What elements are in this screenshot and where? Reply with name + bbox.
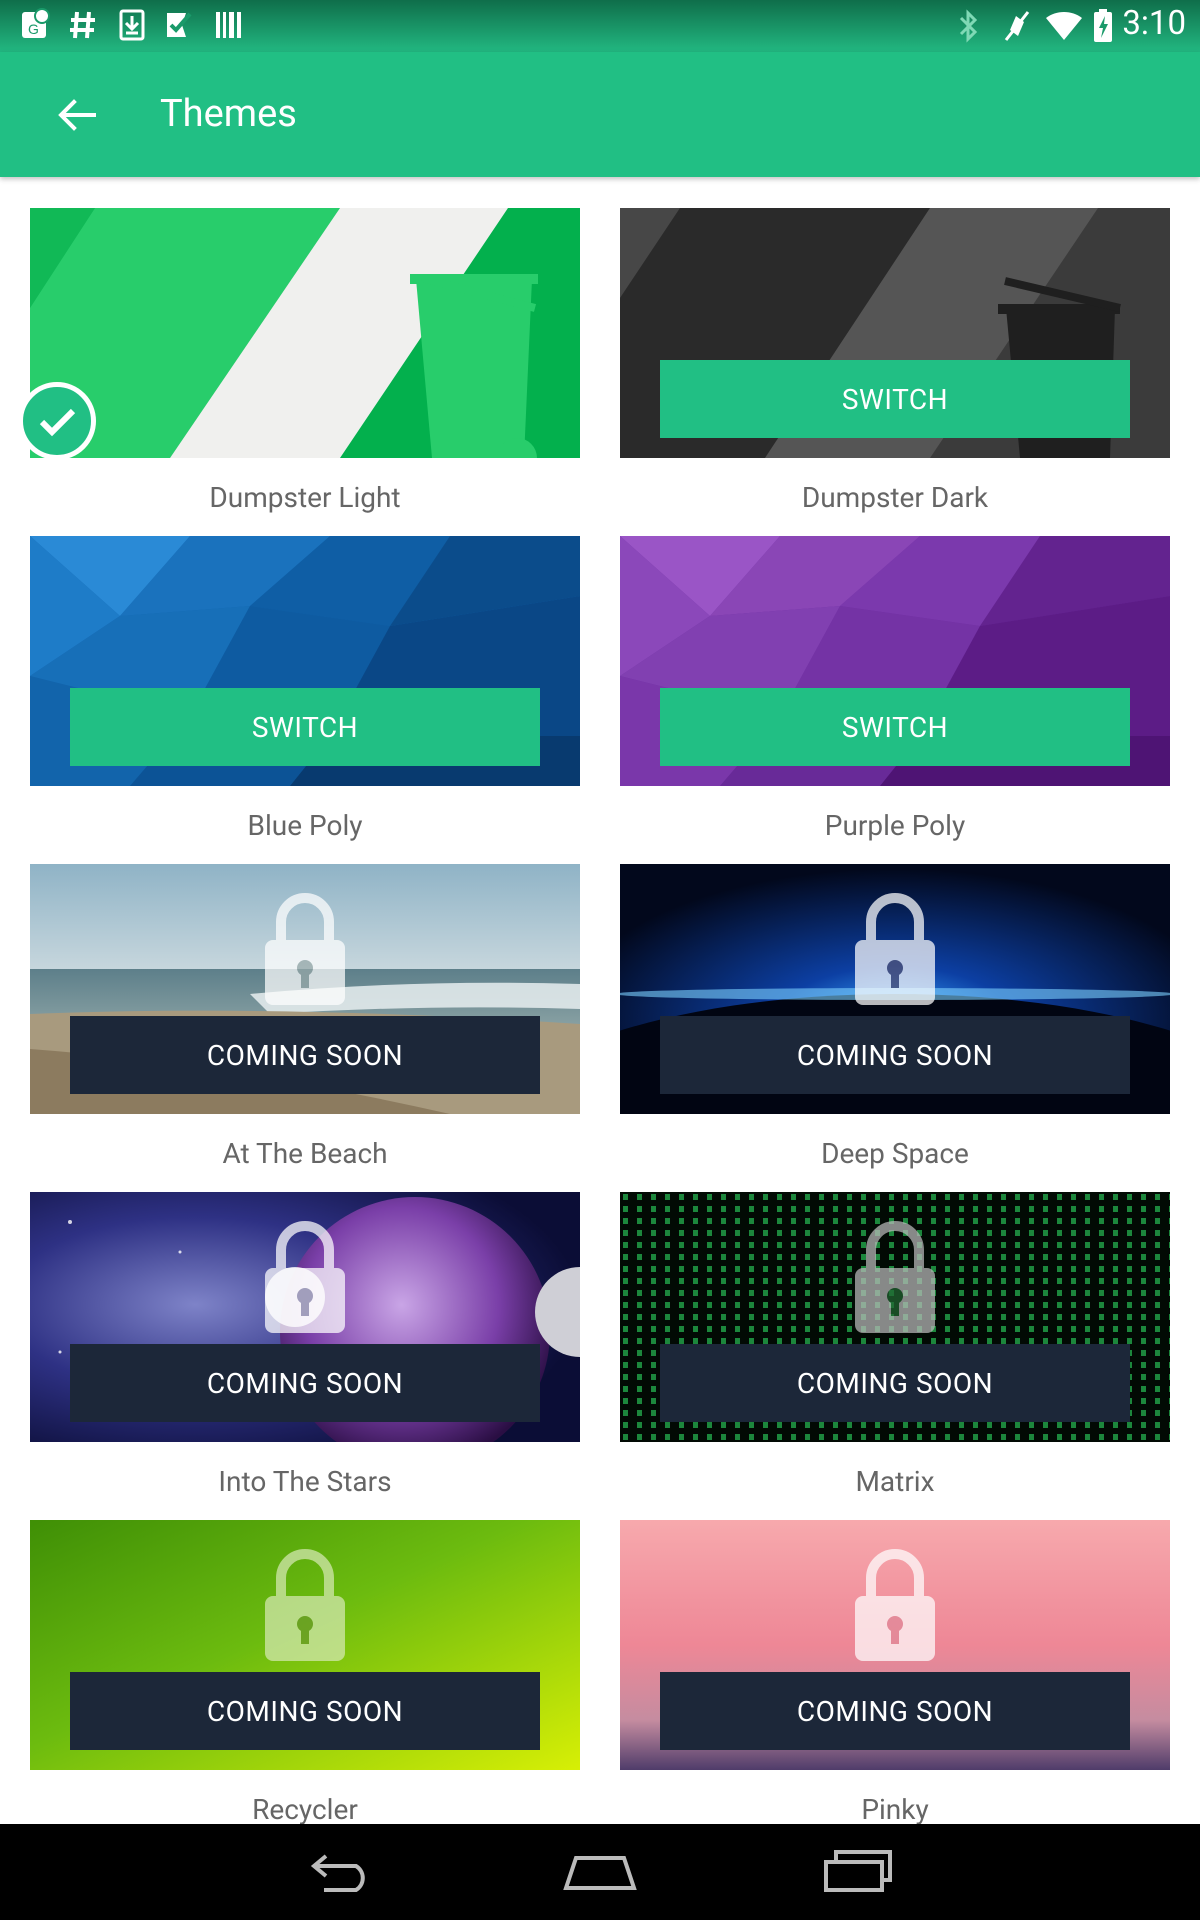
theme-card-dumpster-light[interactable]: Dumpster Light — [18, 208, 580, 528]
back-arrow-icon[interactable] — [52, 90, 102, 140]
svg-text:G: G — [28, 21, 39, 37]
status-bar: G 3:10 — [0, 0, 1200, 52]
hashtag-notification-icon — [70, 11, 95, 39]
theme-name: Matrix — [855, 1465, 935, 1498]
theme-card-at-the-beach[interactable]: COMING SOON At The Beach — [30, 864, 580, 1184]
theme-card-dumpster-dark[interactable]: SWITCH Dumpster Dark — [620, 208, 1170, 528]
switch-button[interactable]: SWITCH — [660, 360, 1130, 438]
theme-card-pinky[interactable]: COMING SOON Pinky — [620, 1520, 1170, 1824]
lock-icon — [265, 1549, 345, 1661]
coming-soon-button[interactable]: COMING SOON — [70, 1016, 540, 1094]
theme-name: Dumpster Light — [209, 481, 401, 514]
barcode-notification-icon — [216, 12, 241, 38]
switch-button[interactable]: SWITCH — [660, 688, 1130, 766]
theme-name: Blue Poly — [247, 809, 363, 842]
lock-icon — [855, 893, 935, 1005]
page-title: Themes — [160, 92, 297, 136]
vibrate-mute-icon — [1004, 11, 1030, 41]
lock-icon — [265, 1221, 345, 1333]
nav-home-icon[interactable] — [562, 1852, 638, 1892]
lock-icon — [265, 893, 345, 1005]
battery-charging-icon — [1094, 9, 1112, 42]
theme-preview[interactable] — [30, 208, 580, 458]
theme-card-blue-poly[interactable]: SWITCH Blue Poly — [30, 536, 580, 856]
maps-notification-icon: G — [22, 8, 50, 38]
theme-name: Purple Poly — [824, 809, 966, 842]
coming-soon-button[interactable]: COMING SOON — [70, 1672, 540, 1750]
theme-name: Deep Space — [821, 1137, 969, 1170]
theme-name: At The Beach — [222, 1137, 388, 1170]
nav-recents-icon[interactable] — [822, 1848, 894, 1894]
app-bar: Themes — [0, 52, 1200, 177]
wifi-icon — [1046, 12, 1082, 40]
theme-name: Dumpster Dark — [801, 481, 989, 514]
theme-card-recycler[interactable]: COMING SOON Recycler — [30, 1520, 580, 1824]
theme-name: Into The Stars — [218, 1465, 392, 1498]
theme-card-matrix[interactable]: COMING SOON Matrix — [620, 1192, 1170, 1512]
lock-icon — [855, 1221, 935, 1333]
coming-soon-button[interactable]: COMING SOON — [660, 1016, 1130, 1094]
coming-soon-button[interactable]: COMING SOON — [70, 1344, 540, 1422]
lock-icon — [855, 1549, 935, 1661]
theme-card-deep-space[interactable]: COMING SOON Deep Space — [620, 864, 1170, 1184]
task-notification-icon — [167, 12, 192, 37]
bluetooth-icon — [959, 9, 978, 43]
download-notification-icon — [119, 9, 145, 41]
switch-button[interactable]: SWITCH — [70, 688, 540, 766]
theme-name: Recycler — [252, 1793, 358, 1824]
nav-back-icon[interactable] — [308, 1850, 378, 1894]
selected-check-icon — [18, 382, 96, 460]
theme-name: Pinky — [861, 1793, 929, 1824]
system-nav-bar — [0, 1824, 1200, 1920]
theme-card-purple-poly[interactable]: SWITCH Purple Poly — [620, 536, 1170, 856]
themes-grid[interactable]: Dumpster Light SWITCH Dumpster Dark SWIT… — [0, 177, 1200, 1824]
coming-soon-button[interactable]: COMING SOON — [660, 1344, 1130, 1422]
theme-card-into-the-stars[interactable]: COMING SOON Into The Stars — [30, 1192, 580, 1512]
coming-soon-button[interactable]: COMING SOON — [660, 1672, 1130, 1750]
clock: 3:10 — [1122, 4, 1186, 43]
